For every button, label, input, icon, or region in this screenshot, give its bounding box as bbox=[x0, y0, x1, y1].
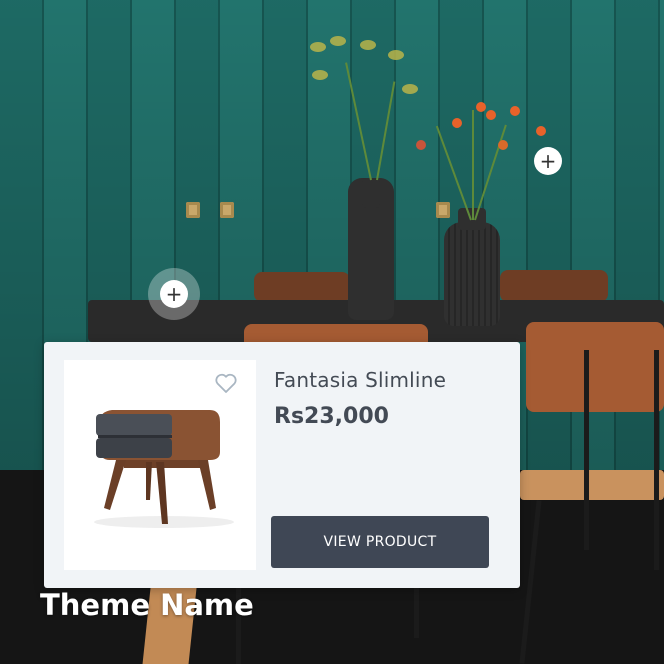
theme-name-heading: Theme Name bbox=[40, 588, 254, 622]
door-handle bbox=[220, 202, 234, 218]
plus-icon: + bbox=[534, 147, 562, 175]
door-handle bbox=[186, 202, 200, 218]
product-price: Rs23,000 bbox=[274, 404, 389, 429]
door-handle bbox=[436, 202, 450, 218]
ribbed-black-vase bbox=[444, 222, 500, 326]
heart-outline-icon[interactable] bbox=[214, 372, 238, 394]
hotspot-vase[interactable]: + bbox=[534, 147, 562, 175]
product-image[interactable] bbox=[64, 360, 256, 570]
chair-back bbox=[526, 322, 664, 412]
product-card: Fantasia Slimline Rs23,000 VIEW PRODUCT bbox=[44, 342, 520, 588]
hotspot-table[interactable]: + bbox=[148, 268, 200, 320]
product-title[interactable]: Fantasia Slimline bbox=[274, 368, 446, 392]
chair-back bbox=[500, 270, 608, 302]
view-product-button[interactable]: VIEW PRODUCT bbox=[271, 516, 489, 568]
chair-back bbox=[254, 272, 350, 302]
chair-seat bbox=[520, 470, 664, 500]
plus-icon: + bbox=[160, 280, 188, 308]
